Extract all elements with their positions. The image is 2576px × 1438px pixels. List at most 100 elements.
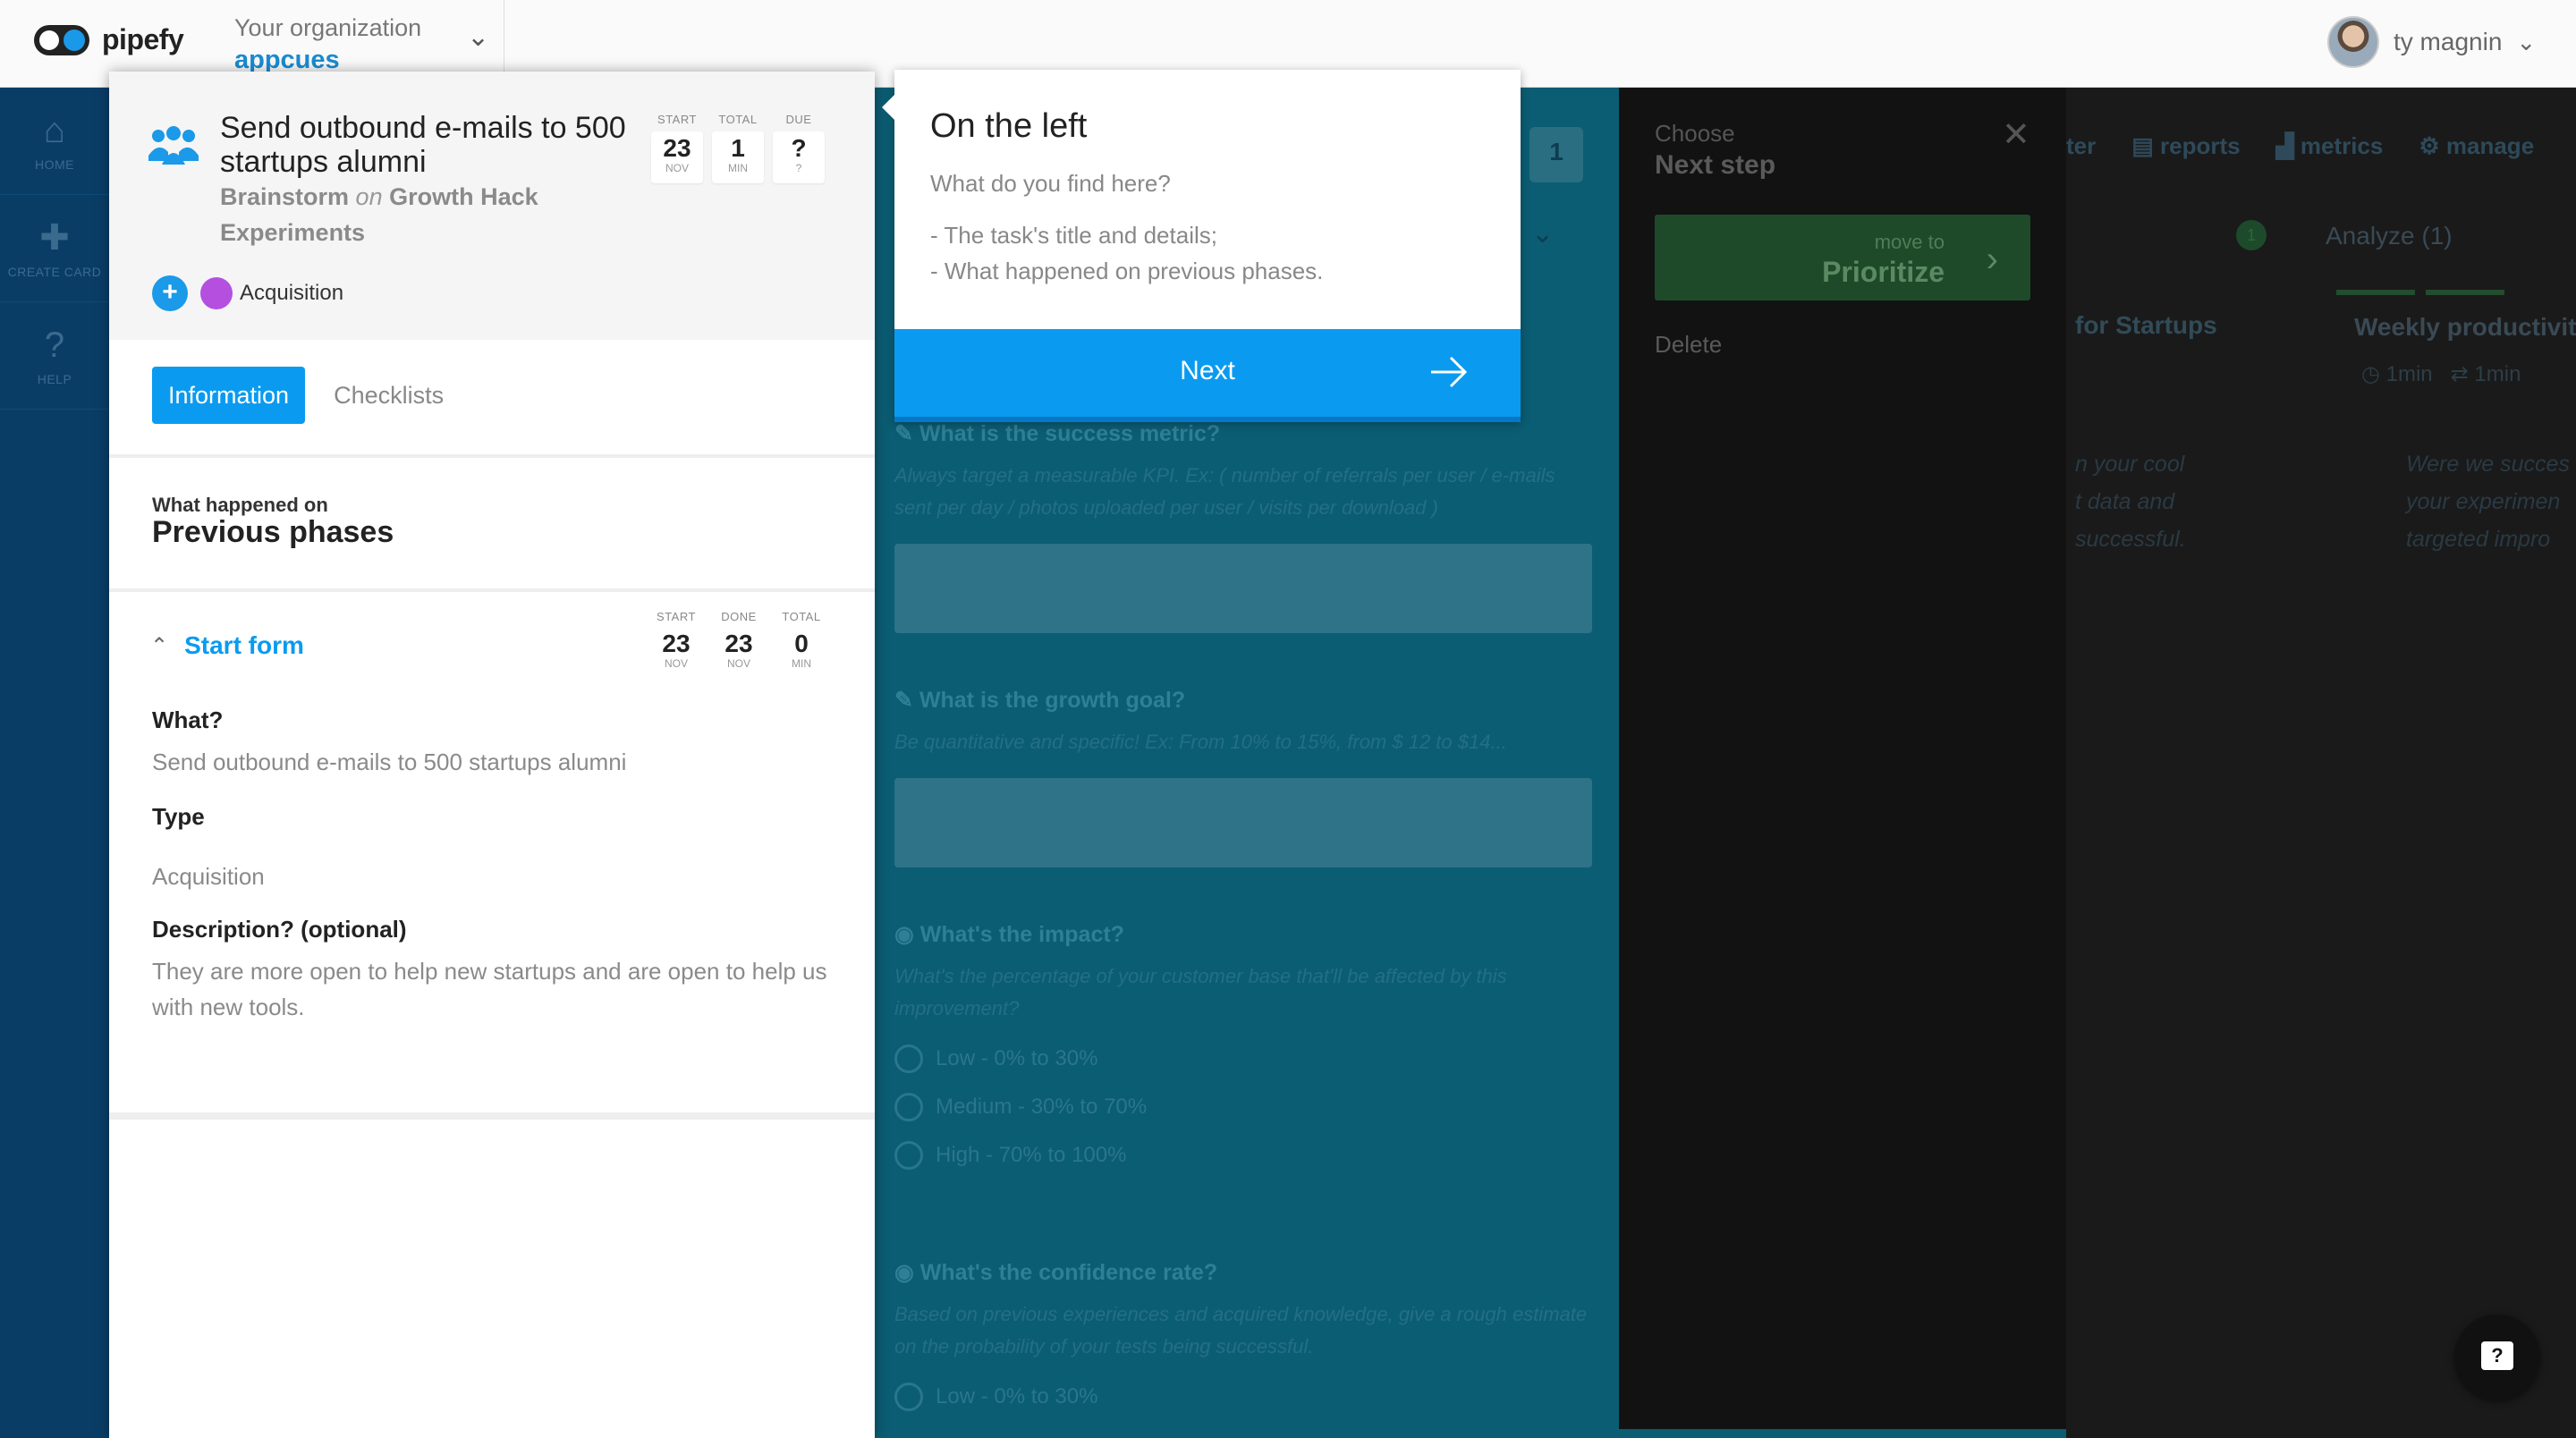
phases-caption: What happened on — [152, 494, 328, 516]
pipefy-logo[interactable]: pipefy — [34, 23, 184, 56]
board-background: ter ▤ reports ▟ metrics ⚙ manage 1 Analy… — [2066, 88, 2576, 1438]
move-to-button[interactable]: move to Prioritize › — [1655, 215, 2030, 300]
card-title[interactable]: for Startups — [2075, 311, 2217, 340]
add-label-button[interactable]: + — [152, 275, 188, 311]
card-description: Were we succes your experimen targeted i… — [2406, 452, 2570, 552]
plus-icon: ✚ — [39, 217, 70, 258]
user-menu[interactable]: ty magnin ⌄ — [2327, 16, 2536, 68]
card-header: Send outbound e-mails to 500 startups al… — [109, 72, 875, 340]
user-name: ty magnin — [2394, 28, 2503, 55]
nav-label: CREATE CARD — [7, 264, 102, 279]
start-form-toggle[interactable]: ⌃ Start form — [150, 631, 304, 660]
divider — [109, 1112, 875, 1120]
avatar — [2327, 16, 2379, 68]
card-title[interactable]: Weekly productivit — [2354, 313, 2576, 342]
organization-switcher[interactable]: Your organization appcues — [234, 14, 421, 75]
field-value: Acquisition — [152, 863, 265, 890]
date-total: TOTAL 1 MIN — [712, 113, 764, 183]
radio-icon — [894, 1093, 923, 1121]
nav-item-home[interactable]: ⌂ HOME — [0, 88, 109, 195]
close-icon[interactable]: ✕ — [2002, 114, 2030, 155]
impact-option-high[interactable]: High - 70% to 100% — [894, 1141, 1592, 1170]
tour-line: - What happened on previous phases. — [930, 258, 1324, 284]
impact-option-medium[interactable]: Medium - 30% to 70% — [894, 1093, 1592, 1121]
form-hint: Based on previous experiences and acquir… — [894, 1303, 1588, 1358]
form-question: ◉ What's the confidence rate? — [894, 1260, 1218, 1285]
labels-row: + Acquisition — [152, 275, 343, 311]
field-label: Type — [152, 803, 205, 830]
logo-text: pipefy — [102, 23, 184, 55]
chevron-down-icon[interactable]: ⌄ — [467, 21, 489, 53]
nav-manage[interactable]: ⚙ manage — [2419, 132, 2534, 160]
card-dates: START 23 NOV TOTAL 1 MIN DUE ?? — [651, 113, 825, 183]
card-description: n your cool t data and successful. — [2075, 452, 2186, 552]
radio-icon — [894, 1141, 923, 1170]
field-value: They are more open to help new startups … — [152, 958, 827, 1020]
help-chat-button[interactable]: ? — [2454, 1315, 2540, 1400]
divider — [109, 454, 875, 458]
phase-form: ✎ What is the success metric? Always tar… — [894, 420, 1592, 1431]
start-form-title: Start form — [184, 631, 304, 659]
field-label: What? — [152, 706, 224, 733]
delete-link[interactable]: Delete — [1655, 331, 1722, 359]
tour-line: - The task's title and details; — [930, 222, 1217, 249]
move-to-label: move to — [1874, 231, 1945, 253]
form-hint: Always target a measurable KPI. Ex: ( nu… — [894, 464, 1555, 519]
next-label: Next — [1180, 356, 1235, 385]
next-step-panel: Choose Next step ✕ move to Prioritize › … — [1619, 88, 2066, 1429]
tour-popover: On the left What do you find here? - The… — [882, 70, 1521, 422]
nav-reports[interactable]: ▤ reports — [2131, 132, 2240, 160]
field-value: Send outbound e-mails to 500 startups al… — [152, 749, 627, 775]
impact-option-low[interactable]: Low - 0% to 30% — [894, 1045, 1592, 1073]
chevron-right-icon: › — [1986, 240, 1998, 279]
nav-item-help[interactable]: ? HELP — [0, 302, 109, 410]
nav-filter[interactable]: ter — [2066, 132, 2096, 160]
tab-checklists[interactable]: Checklists — [334, 382, 444, 410]
form-hint: Be quantitative and specific! Ex: From 1… — [894, 731, 1507, 753]
nav-label: HOME — [35, 156, 74, 172]
chevron-down-icon[interactable]: ⌄ — [1531, 218, 1554, 250]
nav-label: HELP — [37, 371, 72, 386]
date-start: START 23 NOV — [651, 113, 703, 183]
start-form-dates: START 23 NOV DONE 23 NOV TOTAL 0 MIN — [651, 610, 826, 679]
progress-bar — [2426, 290, 2504, 295]
card-location: Brainstorm on Growth Hack Experiments — [220, 179, 560, 250]
success-metric-input[interactable] — [894, 544, 1592, 633]
date-due[interactable]: DUE ?? — [773, 113, 825, 183]
growth-goal-input[interactable] — [894, 778, 1592, 867]
tour-title: On the left — [930, 107, 1088, 145]
card-title[interactable]: Send outbound e-mails to 500 startups al… — [220, 111, 640, 179]
tour-question: What do you find here? — [930, 170, 1171, 197]
nav-metrics[interactable]: ▟ metrics — [2276, 132, 2384, 160]
nav-item-create-card[interactable]: ✚ CREATE CARD — [0, 195, 109, 302]
phase-title-analyze: Analyze (1) — [2326, 222, 2453, 250]
card-detail-panel: Send outbound e-mails to 500 startups al… — [109, 72, 875, 1438]
radio-icon — [894, 1045, 923, 1073]
date-total: TOTAL 0 MIN — [782, 610, 821, 670]
phases-heading: Previous phases — [152, 515, 394, 549]
chevron-up-icon: ⌃ — [150, 633, 169, 658]
on-word: on — [355, 183, 383, 210]
left-nav: ⌂ HOME ✚ CREATE CARD ? HELP — [0, 88, 109, 1438]
phase-count-badge: 1 — [2236, 220, 2267, 250]
pipe-nav: ter ▤ reports ▟ metrics ⚙ manage — [2066, 132, 2534, 160]
form-question: ✎ What is the success metric? — [894, 421, 1221, 446]
home-icon: ⌂ — [43, 110, 66, 150]
label-text[interactable]: Acquisition — [240, 281, 343, 306]
choose-label: Choose — [1655, 120, 1735, 147]
logo-mark-icon — [34, 24, 89, 55]
next-button[interactable]: Next — [894, 329, 1521, 422]
team-icon — [148, 126, 199, 165]
arrow-right-icon — [1431, 356, 1468, 388]
popover-arrow — [882, 95, 894, 120]
date-done: DONE 23 NOV — [721, 610, 757, 670]
confidence-option-low[interactable]: Low - 0% to 30% — [894, 1383, 1592, 1411]
phase-name[interactable]: Brainstorm — [220, 183, 349, 210]
question-icon: ? — [44, 325, 65, 365]
field-label: Description? (optional) — [152, 916, 407, 943]
form-question: ✎ What is the growth goal? — [894, 688, 1186, 713]
chevron-down-icon: ⌄ — [2516, 28, 2537, 55]
phase-counter: 1 — [1530, 127, 1583, 182]
form-question: ◉ What's the impact? — [894, 922, 1124, 947]
tab-information[interactable]: Information — [152, 367, 306, 424]
